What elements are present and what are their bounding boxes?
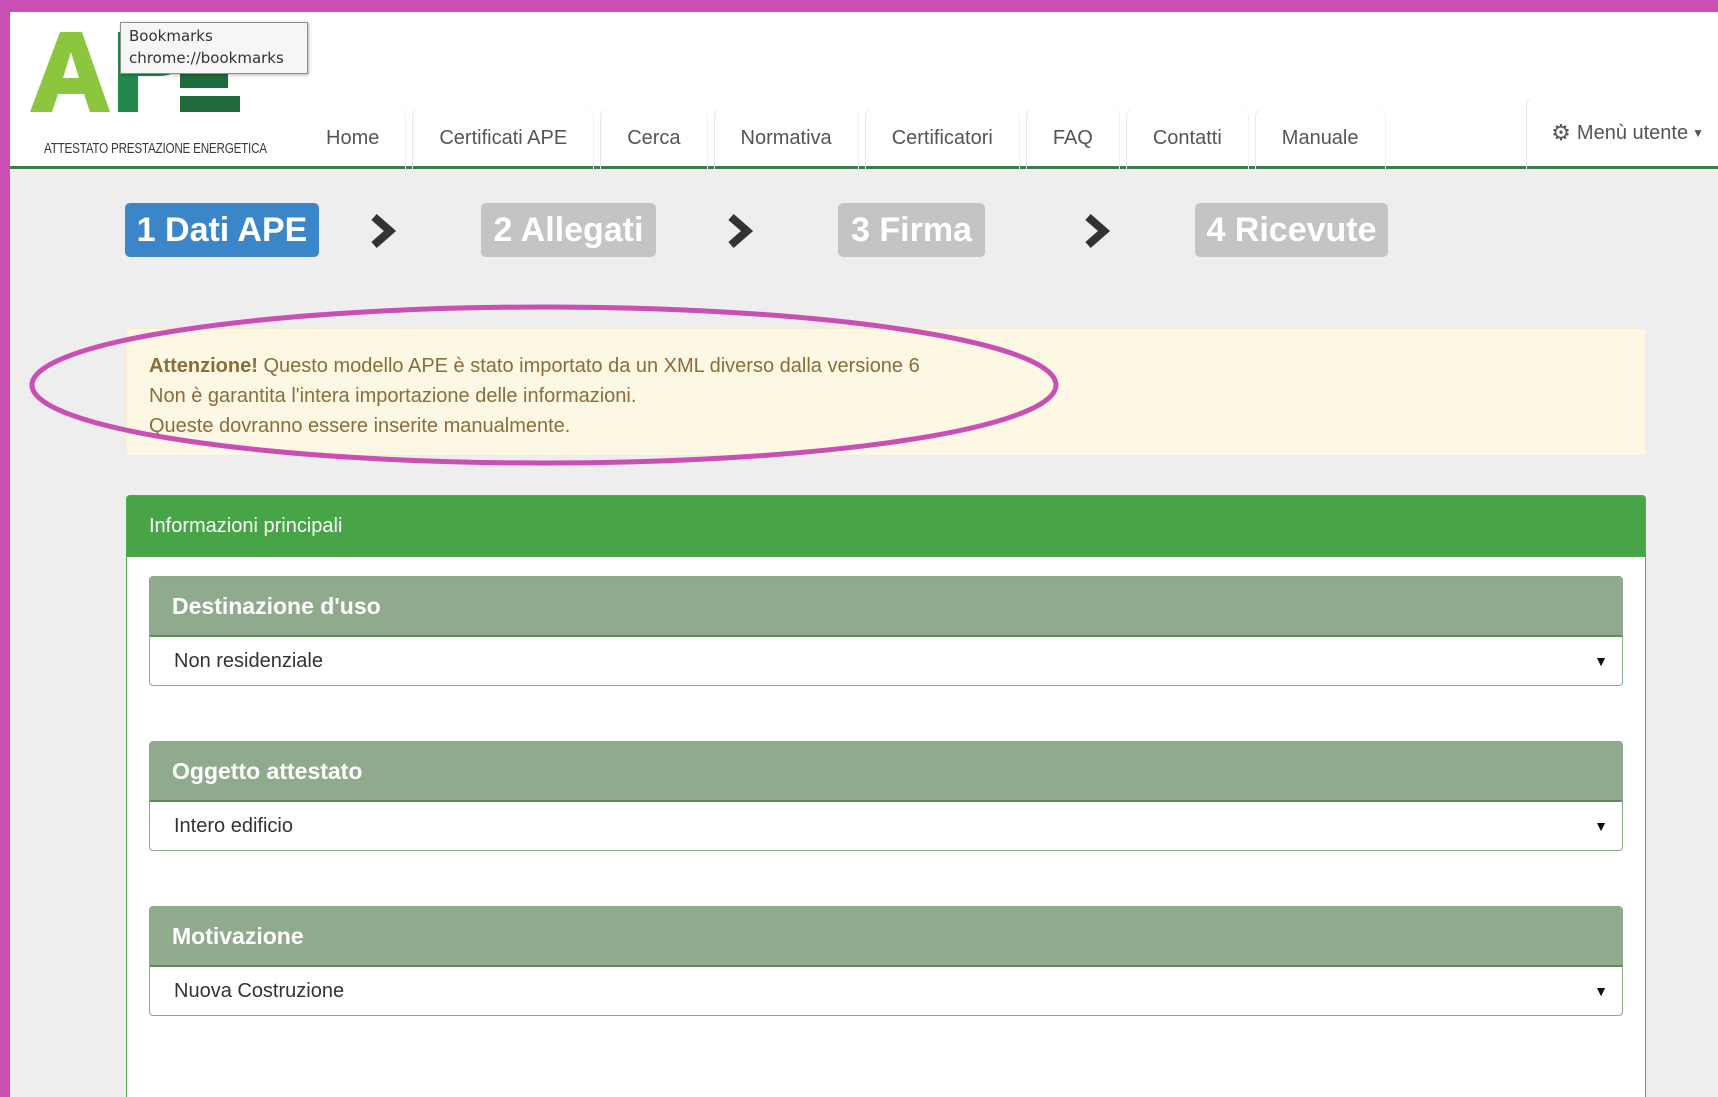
step-ricevute[interactable]: 4 Ricevute: [1195, 203, 1388, 257]
nav-manuale[interactable]: Manuale: [1254, 107, 1386, 169]
destinazione-uso-value: Non residenziale: [174, 649, 323, 672]
logo-subtitle: ATTESTATO PRESTAZIONE ENERGETICA: [44, 140, 267, 157]
nav-certificatori[interactable]: Certificatori: [864, 107, 1020, 169]
destinazione-uso-label: Destinazione d'uso: [150, 577, 1622, 637]
oggetto-attestato-field: Oggetto attestato Intero edificio ▼: [149, 741, 1623, 851]
site-header: ATTESTATO PRESTAZIONE ENERGETICA Bookmar…: [10, 12, 1718, 169]
destinazione-uso-select[interactable]: Non residenziale ▼: [150, 637, 1622, 685]
nav-cerca[interactable]: Cerca: [600, 107, 708, 169]
informazioni-principali-panel: Informazioni principali Destinazione d'u…: [126, 495, 1646, 1097]
user-menu-label: Menù utente: [1576, 121, 1689, 144]
chevron-right-icon: [1085, 213, 1111, 249]
chevron-right-icon: [728, 213, 754, 249]
chevron-right-icon: [371, 213, 397, 249]
user-menu-dropdown[interactable]: ⚙ Menù utente ▼: [1526, 97, 1718, 169]
tooltip-url: chrome://bookmarks: [129, 49, 284, 67]
panel-title: Informazioni principali: [127, 496, 1645, 557]
nav-normativa[interactable]: Normativa: [713, 107, 859, 169]
nav-home[interactable]: Home: [300, 107, 407, 169]
dropdown-arrow-icon: ▼: [1594, 983, 1608, 999]
step-allegati[interactable]: 2 Allegati: [481, 203, 656, 257]
step-dati-ape[interactable]: 1 Dati APE: [125, 203, 319, 257]
tooltip-title: Bookmarks: [129, 27, 213, 45]
step-firma[interactable]: 3 Firma: [838, 203, 985, 257]
bookmarks-tooltip: Bookmarks chrome://bookmarks: [120, 22, 308, 74]
oggetto-attestato-select[interactable]: Intero edificio ▼: [150, 802, 1622, 850]
nav-certificati-ape[interactable]: Certificati APE: [412, 107, 595, 169]
motivazione-field: Motivazione Nuova Costruzione ▼: [149, 906, 1623, 1016]
main-nav: Home Certificati APE Cerca Normativa Cer…: [300, 107, 1392, 169]
caret-down-icon: ▼: [1692, 126, 1704, 140]
motivazione-label: Motivazione: [150, 907, 1622, 967]
oggetto-attestato-value: Intero edificio: [174, 814, 293, 837]
dropdown-arrow-icon: ▼: [1594, 653, 1608, 669]
oggetto-attestato-label: Oggetto attestato: [150, 742, 1622, 802]
gear-icon: ⚙: [1551, 120, 1571, 145]
destinazione-uso-field: Destinazione d'uso Non residenziale ▼: [149, 576, 1623, 686]
nav-contatti[interactable]: Contatti: [1125, 107, 1249, 169]
nav-faq[interactable]: FAQ: [1025, 107, 1120, 169]
highlight-ellipse: [29, 304, 1059, 466]
motivazione-select[interactable]: Nuova Costruzione ▼: [150, 967, 1622, 1015]
dropdown-arrow-icon: ▼: [1594, 818, 1608, 834]
motivazione-value: Nuova Costruzione: [174, 979, 345, 1002]
